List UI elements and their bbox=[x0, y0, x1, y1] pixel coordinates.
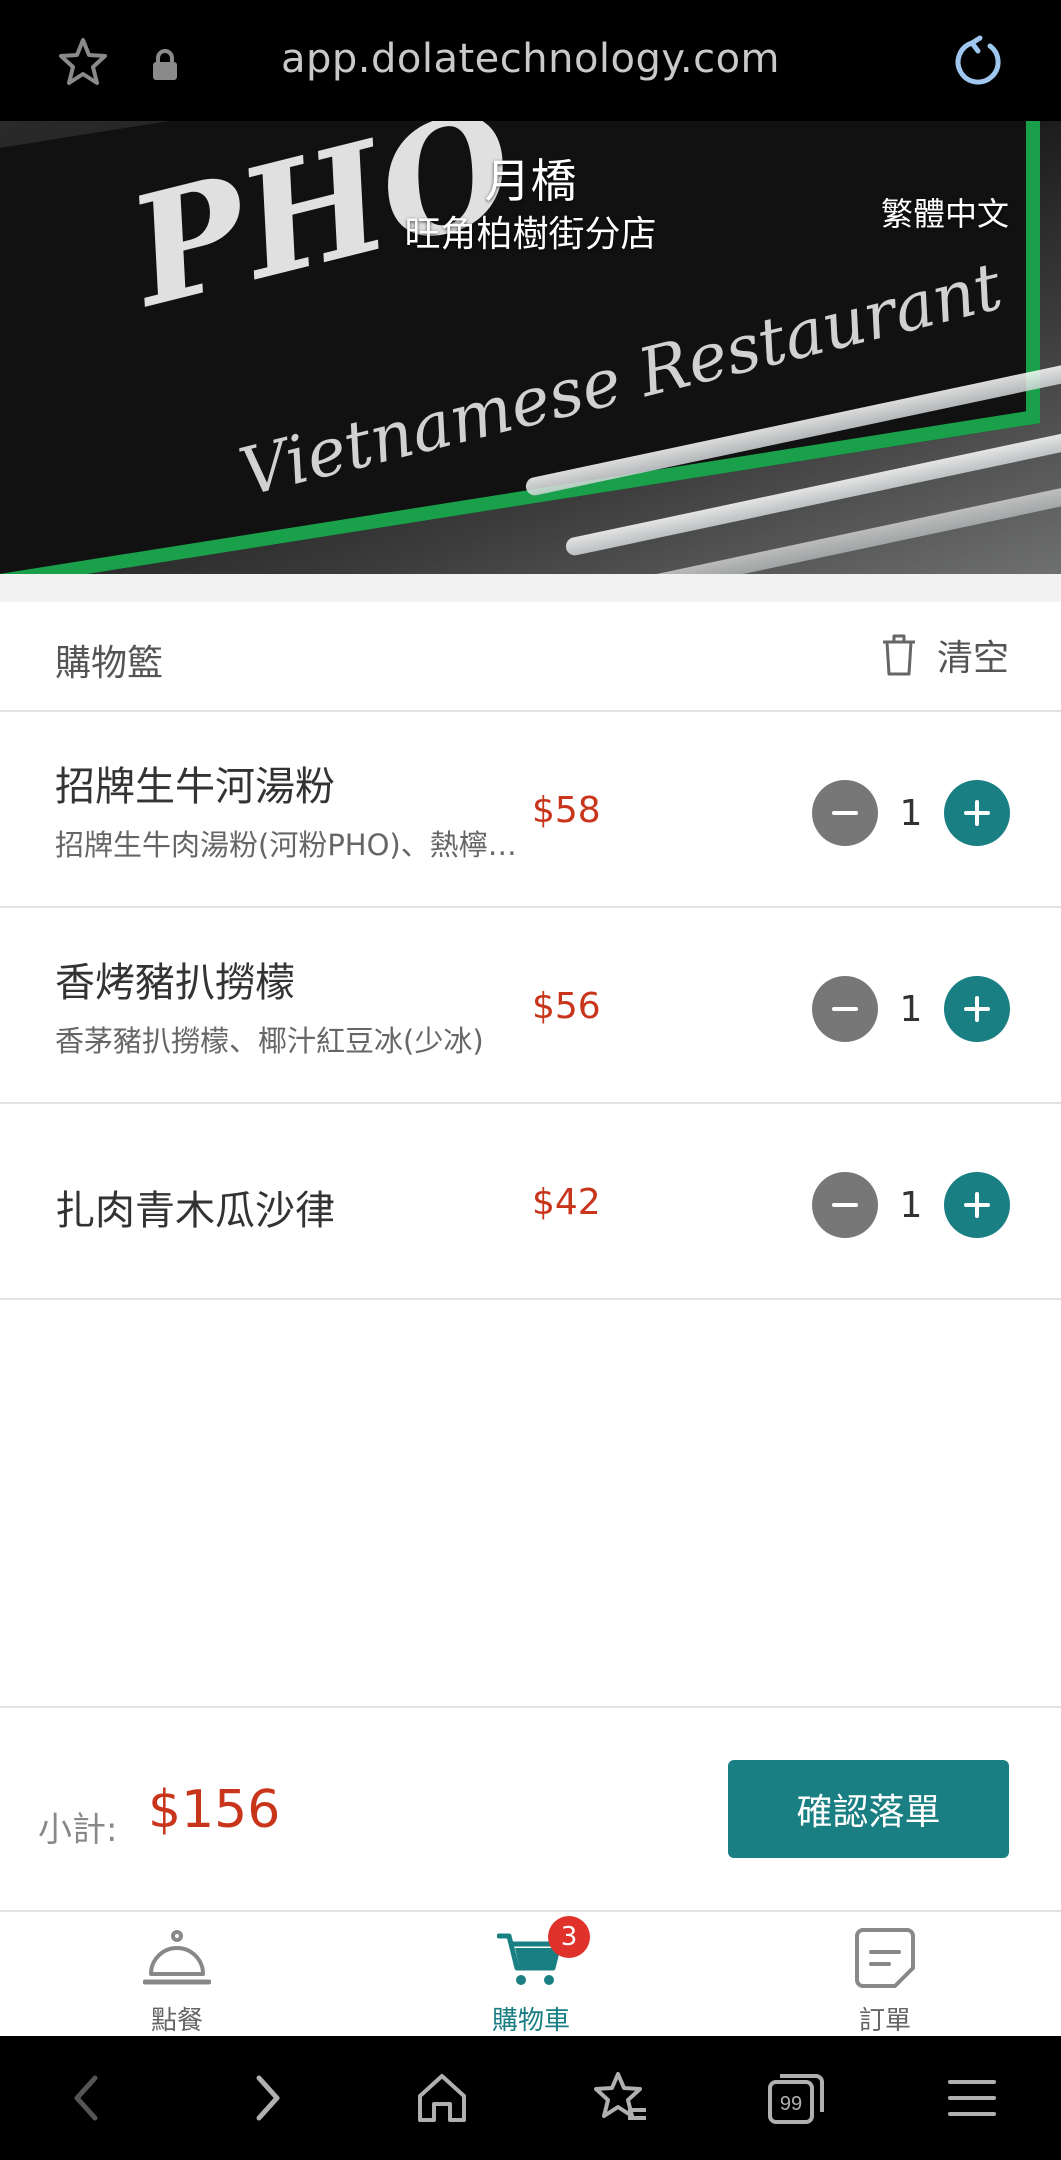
back-icon[interactable] bbox=[55, 2066, 119, 2130]
svg-text:99: 99 bbox=[780, 2093, 802, 2115]
decrease-quantity-button[interactable] bbox=[812, 780, 878, 846]
item-quantity: 1 bbox=[899, 1184, 923, 1226]
item-name: 扎肉青木瓜沙律 bbox=[55, 1188, 335, 1234]
plus-icon bbox=[964, 1192, 990, 1218]
tab-label: 訂單 bbox=[858, 2006, 911, 2036]
section-divider bbox=[0, 574, 1061, 602]
tab-label: 購物車 bbox=[491, 2006, 570, 2036]
reload-icon[interactable] bbox=[950, 34, 1006, 90]
quantity-stepper: 1 bbox=[812, 976, 1010, 1042]
tab-order-menu[interactable]: 點餐 bbox=[0, 1912, 354, 2038]
decrease-quantity-button[interactable] bbox=[812, 976, 878, 1042]
item-description: 香茅豬扒撈檬、椰汁紅豆冰(少冰) bbox=[55, 1024, 484, 1058]
increase-quantity-button[interactable] bbox=[944, 780, 1010, 846]
order-icon bbox=[855, 1928, 915, 1988]
cart-header: 購物籃 清空 bbox=[0, 602, 1061, 712]
subtotal-label: 小計: bbox=[38, 1810, 118, 1850]
address-bar-url[interactable]: app.dolatechnology.com bbox=[0, 36, 1061, 82]
item-name: 香烤豬扒撈檬 bbox=[55, 960, 295, 1006]
increase-quantity-button[interactable] bbox=[944, 1172, 1010, 1238]
item-price: $58 bbox=[532, 790, 601, 831]
language-selector[interactable]: 繁體中文 bbox=[881, 189, 1009, 235]
plus-icon bbox=[964, 800, 990, 826]
quantity-stepper: 1 bbox=[812, 1172, 1010, 1238]
item-price: $42 bbox=[532, 1182, 601, 1223]
forward-icon[interactable] bbox=[235, 2066, 299, 2130]
trash-icon bbox=[882, 634, 915, 676]
checkout-bar: 小計: $156 確認落單 bbox=[0, 1706, 1061, 1912]
cart-count-badge: 3 bbox=[548, 1916, 590, 1958]
browser-toolbar: app.dolatechnology.com bbox=[0, 0, 1061, 121]
clear-cart-label: 清空 bbox=[936, 638, 1009, 679]
bottom-tab-bar: 點餐 3 購物車 訂單 bbox=[0, 1910, 1061, 2036]
tab-orders[interactable]: 訂單 bbox=[708, 1912, 1061, 2038]
tabs-icon[interactable]: 99 bbox=[764, 2066, 828, 2130]
minus-icon bbox=[832, 1007, 858, 1011]
cart-item: 招牌生牛河湯粉 招牌生牛肉湯粉(河粉PHO)、熱檸檬茶 $58 1 bbox=[0, 712, 1061, 908]
cart-title: 購物籃 bbox=[55, 643, 164, 684]
tab-cart[interactable]: 3 購物車 bbox=[354, 1912, 708, 2038]
browser-navigation-bar: 99 bbox=[0, 2036, 1061, 2160]
quantity-stepper: 1 bbox=[812, 780, 1010, 846]
cloche-icon bbox=[143, 1930, 211, 1985]
cart-item: 扎肉青木瓜沙律 $42 1 bbox=[0, 1104, 1061, 1300]
menu-icon[interactable] bbox=[940, 2066, 1004, 2130]
item-price: $56 bbox=[532, 986, 601, 1027]
confirm-order-button[interactable]: 確認落單 bbox=[728, 1760, 1009, 1858]
plus-icon bbox=[964, 996, 990, 1022]
item-quantity: 1 bbox=[899, 988, 923, 1030]
item-name: 招牌生牛河湯粉 bbox=[55, 764, 335, 810]
subtotal-amount: $156 bbox=[148, 1780, 281, 1840]
cart-item: 香烤豬扒撈檬 香茅豬扒撈檬、椰汁紅豆冰(少冰) $56 1 bbox=[0, 908, 1061, 1104]
restaurant-banner: PHO Vietnamese Restaurant 月橋 旺角柏樹街分店 繁體中… bbox=[0, 121, 1061, 574]
decrease-quantity-button[interactable] bbox=[812, 1172, 878, 1238]
increase-quantity-button[interactable] bbox=[944, 976, 1010, 1042]
tab-label: 點餐 bbox=[150, 2006, 203, 2036]
item-description: 招牌生牛肉湯粉(河粉PHO)、熱檸檬茶 bbox=[55, 828, 530, 862]
minus-icon bbox=[832, 1203, 858, 1207]
home-icon[interactable] bbox=[410, 2066, 474, 2130]
bookmarks-icon[interactable] bbox=[588, 2066, 652, 2130]
minus-icon bbox=[832, 811, 858, 815]
clear-cart-button[interactable]: 清空 bbox=[881, 630, 1009, 680]
item-quantity: 1 bbox=[899, 792, 923, 834]
